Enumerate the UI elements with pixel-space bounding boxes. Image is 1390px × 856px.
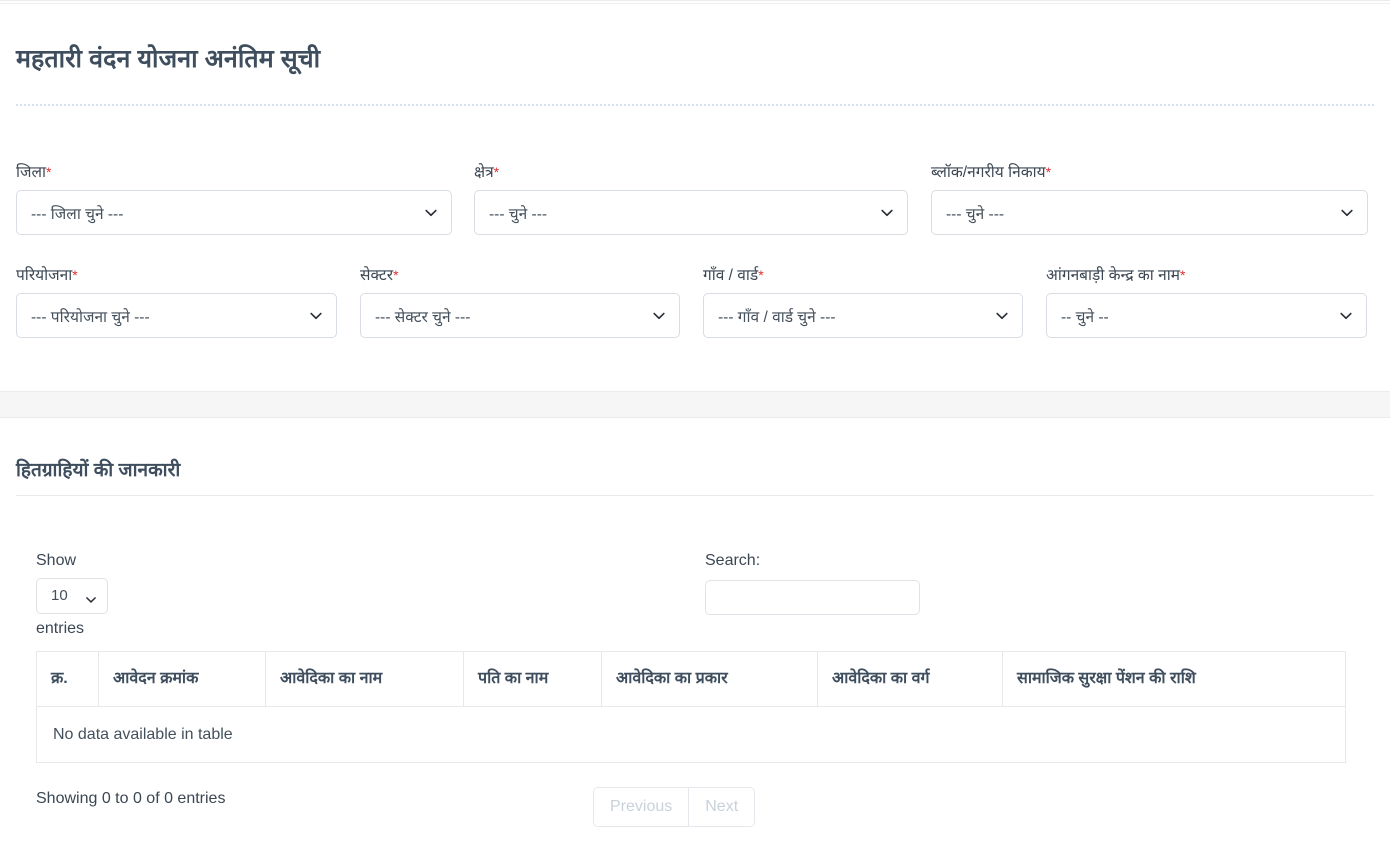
filter-field-district: जिला* --- जिला चुने --- [16, 162, 452, 235]
filter-select-sector-value: --- सेक्टर चुने --- [375, 308, 471, 326]
filter-label-block-text: ब्लॉक/नगरीय निकाय [931, 164, 1046, 181]
filter-field-sector: सेक्टर* --- सेक्टर चुने --- [360, 265, 680, 338]
section-separator-band [0, 391, 1390, 418]
column-header-applicant-name[interactable]: आवेदिका का नाम [265, 651, 464, 707]
column-header-husband-name[interactable]: पति का नाम [463, 651, 602, 707]
pagination-next-button[interactable]: Next [688, 788, 755, 826]
filter-label-sector: सेक्टर* [360, 265, 680, 286]
column-header-pension-amount[interactable]: सामाजिक सुरक्षा पेंशन की राशि [1002, 651, 1346, 707]
page-root: महतारी वंदन योजना अनंतिम सूची जिला* --- … [0, 0, 1390, 856]
chevron-down-icon [309, 309, 323, 323]
filter-label-anganwadi-centre: आंगनबाड़ी केन्द्र का नाम* [1046, 265, 1367, 286]
filter-select-village-ward[interactable]: --- गाँव / वार्ड चुने --- [703, 293, 1023, 338]
filter-select-project[interactable]: --- परियोजना चुने --- [16, 293, 337, 338]
chevron-down-icon [1340, 206, 1354, 220]
required-asterisk: * [46, 164, 52, 180]
filter-label-sector-text: सेक्टर [360, 267, 394, 284]
filter-label-area-text: क्षेत्र [474, 164, 494, 181]
table-header-row: क्र. आवेदन क्रमांक आवेदिका का नाम पति का… [36, 651, 1346, 707]
filter-field-project: परियोजना* --- परियोजना चुने --- [16, 265, 337, 338]
filter-select-block[interactable]: --- चुने --- [931, 190, 1368, 235]
filter-select-project-value: --- परियोजना चुने --- [31, 308, 150, 326]
filter-label-project-text: परियोजना [16, 267, 73, 284]
table-length-select[interactable]: 10 [36, 578, 108, 614]
filter-label-block: ब्लॉक/नगरीय निकाय* [931, 162, 1368, 183]
required-asterisk: * [493, 164, 500, 180]
chevron-down-icon [85, 590, 97, 603]
required-asterisk: * [1045, 164, 1052, 180]
filter-select-village-ward-value: --- गाँव / वार्ड चुने --- [718, 308, 836, 326]
section-title-beneficiary-info: हितग्राहियों की जानकारी [16, 459, 181, 481]
chevron-down-icon [424, 206, 438, 220]
filter-select-sector[interactable]: --- सेक्टर चुने --- [360, 293, 680, 338]
search-input[interactable] [705, 580, 920, 615]
column-header-applicant-type[interactable]: आवेदिका का प्रकार [601, 651, 818, 707]
section-rule [16, 495, 1374, 496]
filter-select-area-value: --- चुने --- [489, 205, 548, 223]
table-length-control: Show 10 entries [36, 549, 108, 641]
required-asterisk: * [758, 267, 764, 283]
chevron-down-icon [652, 309, 666, 323]
filter-label-area: क्षेत्र* [474, 162, 908, 183]
filter-select-anganwadi-centre-value: -- चुने -- [1061, 308, 1109, 326]
header-dotted-divider [16, 104, 1374, 106]
filter-field-village-ward: गाँव / वार्ड* --- गाँव / वार्ड चुने --- [703, 265, 1023, 338]
filter-field-anganwadi-centre: आंगनबाड़ी केन्द्र का नाम* -- चुने -- [1046, 265, 1367, 338]
filter-label-village-ward-text: गाँव / वार्ड [703, 267, 759, 284]
pagination-previous-button[interactable]: Previous [594, 788, 689, 826]
top-strip [0, 0, 1390, 4]
filter-label-project: परियोजना* [16, 265, 337, 286]
beneficiary-table: क्र. आवेदन क्रमांक आवेदिका का नाम पति का… [36, 651, 1346, 763]
table-length-label-suffix: entries [36, 620, 85, 637]
chevron-down-icon [995, 309, 1009, 323]
table-body: No data available in table [36, 706, 1346, 763]
table-info-text: Showing 0 to 0 of 0 entries [36, 790, 226, 807]
table-length-select-value: 10 [51, 587, 68, 604]
filter-label-district-text: जिला [16, 164, 47, 181]
chevron-down-icon [880, 206, 894, 220]
filter-label-anganwadi-centre-text: आंगनबाड़ी केन्द्र का नाम [1046, 267, 1180, 284]
required-asterisk: * [1180, 267, 1186, 283]
required-asterisk: * [72, 267, 78, 283]
table-empty-message: No data available in table [36, 706, 1346, 763]
column-header-application-number[interactable]: आवेदन क्रमांक [98, 651, 266, 707]
required-asterisk: * [393, 267, 399, 283]
filter-label-district: जिला* [16, 162, 452, 183]
table-length-label-prefix: Show [36, 552, 77, 569]
pagination: Previous Next [593, 787, 756, 827]
chevron-down-icon [1339, 309, 1353, 323]
filter-select-district[interactable]: --- जिला चुने --- [16, 190, 452, 235]
filter-field-area: क्षेत्र* --- चुने --- [474, 162, 908, 235]
filter-select-anganwadi-centre[interactable]: -- चुने -- [1046, 293, 1367, 338]
column-header-serial[interactable]: क्र. [36, 651, 99, 707]
filter-select-block-value: --- चुने --- [946, 205, 1005, 223]
table-search-label: Search: [705, 552, 761, 569]
table-header: क्र. आवेदन क्रमांक आवेदिका का नाम पति का… [36, 651, 1346, 707]
column-header-applicant-category[interactable]: आवेदिका का वर्ग [817, 651, 1003, 707]
filter-select-area[interactable]: --- चुने --- [474, 190, 908, 235]
filter-label-village-ward: गाँव / वार्ड* [703, 265, 1023, 286]
table-row-empty: No data available in table [36, 706, 1346, 763]
page-title: महतारी वंदन योजना अनंतिम सूची [16, 44, 321, 73]
filter-field-block: ब्लॉक/नगरीय निकाय* --- चुने --- [931, 162, 1368, 235]
filter-select-district-value: --- जिला चुने --- [31, 205, 124, 223]
table-search-control: Search: [705, 549, 920, 615]
